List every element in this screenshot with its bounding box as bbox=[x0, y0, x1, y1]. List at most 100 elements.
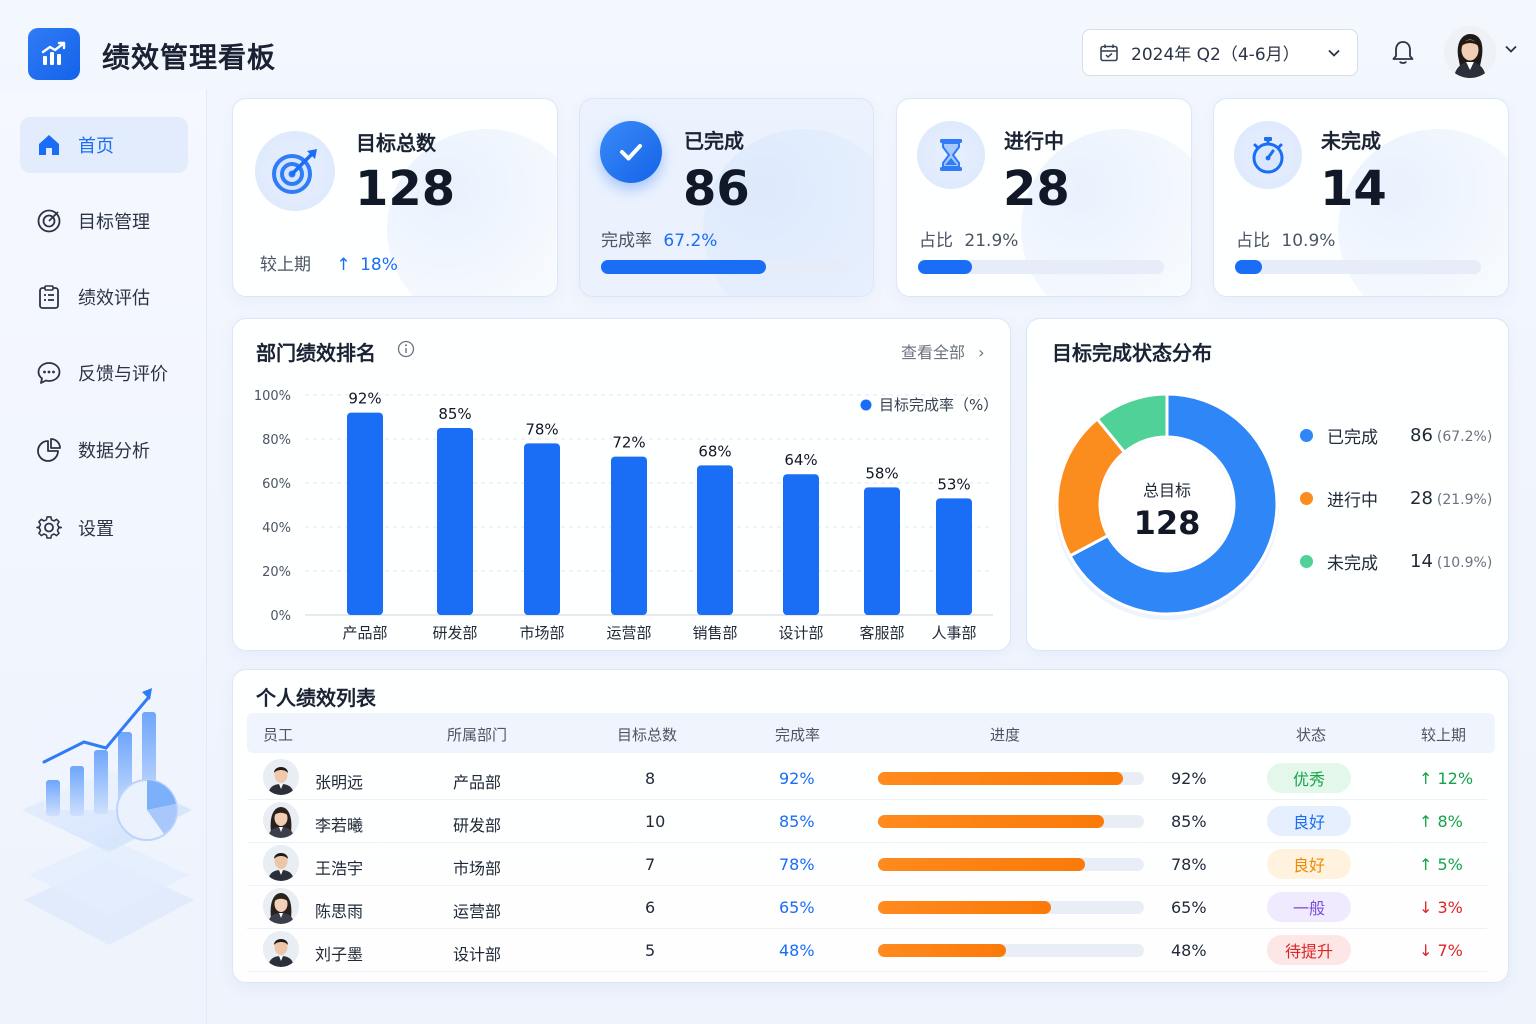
employee-rate: 92% bbox=[779, 769, 815, 788]
table-row[interactable]: 刘子墨 设计部 5 48% 48% 待提升 ↓ 7% bbox=[247, 929, 1487, 972]
stat-value: 128 bbox=[355, 161, 456, 217]
progress-label: 78% bbox=[1171, 855, 1207, 874]
stat-title: 目标总数 bbox=[356, 131, 436, 155]
legend-label: 目标完成率（%） bbox=[879, 396, 998, 414]
status-badge: 良好 bbox=[1267, 806, 1351, 836]
sidebar-item-home[interactable]: 首页 bbox=[20, 117, 188, 173]
x-tick-label: 市场部 bbox=[519, 624, 564, 642]
employee-rate: 65% bbox=[779, 898, 815, 917]
legend-value: 14 (10.9%) bbox=[1410, 551, 1492, 572]
stat-value: 14 bbox=[1320, 161, 1387, 217]
sidebar-item-settings[interactable]: 设置 bbox=[20, 500, 188, 556]
sidebar-item-goals[interactable]: 目标管理 bbox=[20, 193, 188, 249]
bar-value-label: 92% bbox=[348, 390, 381, 408]
home-icon bbox=[39, 135, 59, 155]
x-tick-label: 人事部 bbox=[931, 624, 976, 642]
sidebar-item-label: 数据分析 bbox=[78, 441, 150, 462]
legend-item: 已完成 86 (67.2%) bbox=[1300, 423, 1492, 448]
date-range-value: 2024年 Q2（4-6月） bbox=[1131, 45, 1300, 65]
legend-swatch bbox=[1300, 429, 1313, 442]
bar[interactable] bbox=[697, 465, 733, 615]
progress-label: 65% bbox=[1171, 898, 1207, 917]
bell-icon[interactable] bbox=[1388, 38, 1418, 68]
employee-name: 王浩宇 bbox=[315, 859, 364, 878]
chart-logo-icon bbox=[41, 41, 66, 65]
bar[interactable] bbox=[437, 428, 473, 615]
status-distribution-panel: 目标完成状态分布 总目标 128 bbox=[1026, 318, 1509, 651]
bar[interactable] bbox=[783, 474, 819, 615]
legend-value: 86 (67.2%) bbox=[1410, 425, 1492, 446]
sidebar-item-analytics[interactable]: 数据分析 bbox=[20, 422, 188, 478]
y-tick-label: 60% bbox=[262, 477, 291, 492]
bar-value-label: 53% bbox=[937, 475, 970, 493]
stat-compare-value: 18% bbox=[360, 255, 398, 275]
progress-bar bbox=[878, 815, 1144, 828]
bar[interactable] bbox=[524, 443, 560, 615]
bar[interactable] bbox=[864, 487, 900, 615]
stat-title: 已完成 bbox=[684, 129, 744, 153]
sidebar-item-evaluation[interactable]: 绩效评估 bbox=[20, 269, 188, 325]
progress-fill bbox=[878, 858, 1086, 871]
table-row[interactable]: 陈思雨 运营部 6 65% 65% 一般 ↓ 3% bbox=[247, 886, 1487, 929]
bar-value-label: 58% bbox=[865, 464, 898, 482]
stat-share-label: 占比 bbox=[919, 231, 953, 251]
employee-goals: 7 bbox=[645, 855, 656, 874]
x-tick-label: 客服部 bbox=[859, 624, 904, 642]
column-header: 状态 bbox=[1296, 726, 1327, 744]
progress-bar bbox=[918, 260, 1164, 274]
sidebar-item-feedback[interactable]: 反馈与评价 bbox=[20, 345, 188, 401]
y-tick-label: 100% bbox=[254, 389, 291, 404]
column-header: 完成率 bbox=[775, 726, 821, 744]
x-tick-label: 运营部 bbox=[606, 624, 651, 642]
employee-name: 李若曦 bbox=[315, 816, 364, 835]
bar[interactable] bbox=[611, 456, 647, 615]
progress-fill bbox=[918, 260, 972, 274]
chevron-down-icon[interactable] bbox=[1504, 42, 1518, 56]
column-header: 目标总数 bbox=[617, 726, 678, 744]
column-header: 员工 bbox=[263, 726, 294, 744]
donut-center-label: 总目标 bbox=[1142, 481, 1191, 500]
table-row[interactable]: 张明远 产品部 8 92% 92% 优秀 ↑ 12% bbox=[247, 757, 1487, 800]
x-tick-label: 销售部 bbox=[692, 624, 737, 642]
date-range-select[interactable]: 2024年 Q2（4-6月） bbox=[1082, 29, 1358, 76]
stat-value: 86 bbox=[683, 161, 750, 217]
bar[interactable] bbox=[936, 498, 972, 615]
table-row[interactable]: 李若曦 研发部 10 85% 85% 良好 ↑ 8% bbox=[247, 800, 1487, 843]
stopwatch-icon bbox=[1234, 121, 1302, 189]
stat-title: 未完成 bbox=[1321, 129, 1381, 153]
legend-percent: (10.9%) bbox=[1436, 555, 1493, 571]
employee-name: 陈思雨 bbox=[315, 902, 364, 921]
legend-percent: (67.2%) bbox=[1436, 429, 1493, 445]
stat-rate: 完成率 67.2% bbox=[601, 226, 717, 251]
trend-value: ↑ 8% bbox=[1419, 812, 1463, 831]
legend-label: 进行中 bbox=[1327, 491, 1378, 511]
progress-bar bbox=[878, 901, 1144, 914]
bar[interactable] bbox=[347, 412, 383, 615]
user-avatar[interactable] bbox=[1444, 26, 1496, 78]
progress-bar bbox=[1235, 260, 1481, 274]
progress-fill bbox=[878, 772, 1123, 785]
sidebar-item-label: 首页 bbox=[78, 136, 114, 157]
sidebar-item-label: 绩效评估 bbox=[78, 288, 150, 309]
legend-item: 未完成 14 (10.9%) bbox=[1300, 549, 1492, 574]
legend-item: 进行中 28 (21.9%) bbox=[1300, 486, 1492, 511]
app-title: 绩效管理看板 bbox=[102, 41, 277, 74]
stat-compare-label: 较上期 bbox=[260, 255, 311, 275]
stat-card-total: 目标总数 128 较上期 ↑ 18% bbox=[232, 98, 558, 297]
column-header: 较上期 bbox=[1421, 726, 1467, 744]
progress-fill bbox=[878, 815, 1105, 828]
table-row[interactable]: 王浩宇 市场部 7 78% 78% 良好 ↑ 5% bbox=[247, 843, 1487, 886]
column-header: 进度 bbox=[990, 726, 1021, 744]
y-tick-label: 0% bbox=[270, 609, 291, 624]
legend-count: 28 bbox=[1410, 488, 1433, 509]
clipboard-icon bbox=[39, 285, 59, 309]
employee-goals: 5 bbox=[645, 941, 656, 960]
progress-fill bbox=[878, 901, 1051, 914]
progress-label: 92% bbox=[1171, 769, 1207, 788]
chat-icon bbox=[37, 362, 61, 384]
bar-value-label: 72% bbox=[612, 434, 645, 452]
donut-center-value: 128 bbox=[1133, 504, 1201, 542]
employee-rate: 78% bbox=[779, 855, 815, 874]
panel-title: 个人绩效列表 bbox=[256, 686, 376, 710]
stat-title: 进行中 bbox=[1004, 129, 1064, 153]
